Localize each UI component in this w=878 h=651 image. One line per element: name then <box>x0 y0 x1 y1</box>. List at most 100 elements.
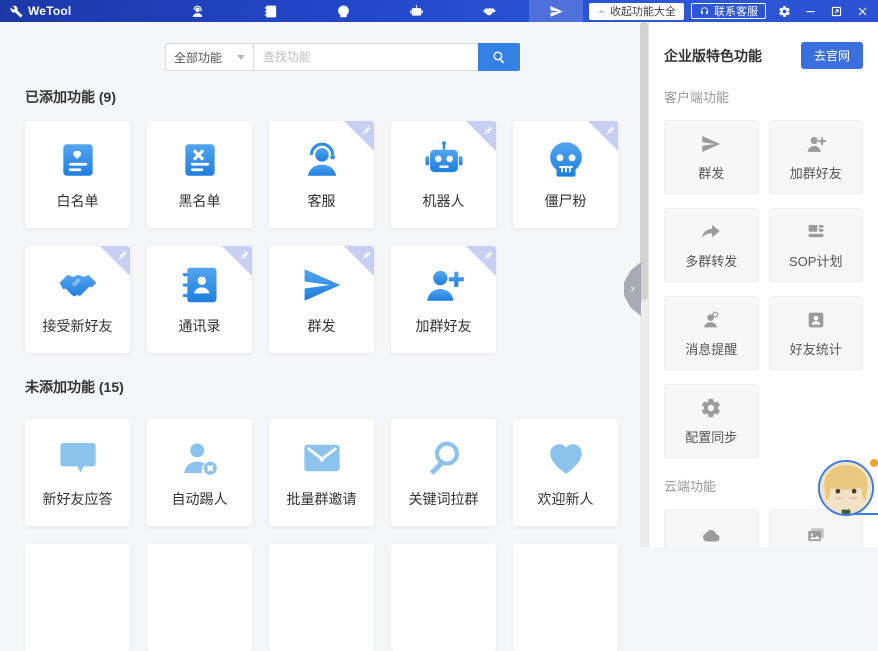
not-added-feature-grid: 新好友应答 自动踢人 批量群邀请 关键词拉群 欢迎新人 <box>25 419 648 651</box>
feature-card[interactable]: 关键词拉群 <box>391 419 496 526</box>
feature-card[interactable]: 机器人 <box>391 121 496 228</box>
enterprise-feature-label: 加群好友 <box>789 165 842 181</box>
contact-support-label: 联系客服 <box>714 6 758 18</box>
feature-card-label: 加群好友 <box>415 318 472 334</box>
feature-card[interactable]: 客服 <box>269 121 374 228</box>
feature-card[interactable] <box>147 544 252 651</box>
paper-plane-icon <box>700 133 722 155</box>
chevron-right-icon <box>628 284 638 294</box>
skull-icon <box>544 138 588 182</box>
pin-badge <box>466 246 496 276</box>
feature-card[interactable]: 僵尸粉 <box>513 121 618 228</box>
enterprise-feature-card[interactable]: 群发 <box>664 120 759 194</box>
chevron-up-icon <box>597 7 606 16</box>
feature-card[interactable]: 新好友应答 <box>25 419 130 526</box>
scrollbar-thumb[interactable] <box>640 22 648 300</box>
close-icon[interactable] <box>854 3 870 19</box>
gear-icon <box>700 397 722 419</box>
feature-card-label: 欢迎新人 <box>537 491 594 507</box>
client-features-grid: 群发 加群好友 多群转发 SOP计划 消息提醒 好友统计 配置同步 <box>664 120 863 458</box>
pin-badge <box>100 246 130 276</box>
user-avatar[interactable] <box>818 460 874 516</box>
search-button[interactable] <box>478 43 520 71</box>
enterprise-feature-label: 配置同步 <box>685 429 738 445</box>
feature-card[interactable] <box>391 544 496 651</box>
enterprise-feature-card[interactable]: 加群好友 <box>768 120 863 194</box>
feature-card[interactable]: 自动踢人 <box>147 419 252 526</box>
card-x-icon <box>178 138 222 182</box>
added-section-title: 已添加功能 (9) <box>25 89 116 105</box>
support-person-icon[interactable] <box>186 0 208 22</box>
feature-card[interactable]: 黑名单 <box>147 121 252 228</box>
paper-plane-icon <box>300 263 344 307</box>
enterprise-feature-card[interactable]: 配置同步 <box>664 384 759 458</box>
feature-card[interactable] <box>25 544 130 651</box>
feature-card[interactable]: 白名单 <box>25 121 130 228</box>
message-alert-icon <box>700 309 722 331</box>
search-input[interactable] <box>253 43 478 71</box>
pin-icon <box>359 124 372 137</box>
pinned-shortcut-bar <box>81 0 529 22</box>
feature-card-label: 白名单 <box>56 193 99 209</box>
added-feature-grid: 白名单 黑名单 客服 机器人 僵尸粉 接受新好友 通讯录 群发 加群好友 <box>25 121 648 353</box>
enterprise-feature-card[interactable]: SOP计划 <box>768 208 863 282</box>
chat-bubble-icon <box>56 436 100 480</box>
goto-website-button[interactable]: 去官网 <box>800 42 863 69</box>
title-bar: WeTool 收起功能大全 联系客服 <box>0 0 878 22</box>
enterprise-feature-card[interactable]: 消息提醒 <box>664 296 759 370</box>
enterprise-feature-card[interactable]: 多群转发 <box>664 208 759 282</box>
wrench-icon <box>10 5 23 18</box>
envelope-icon <box>300 436 344 480</box>
feature-card[interactable] <box>269 544 374 651</box>
scrollbar-track[interactable] <box>640 22 648 547</box>
heart-icon <box>544 436 588 480</box>
cloud-features-grid <box>664 509 863 547</box>
collapse-panel-label: 收起功能大全 <box>610 6 676 18</box>
skull-icon[interactable] <box>333 0 355 22</box>
enterprise-feature-label: 好友统计 <box>789 341 842 357</box>
handshake-icon[interactable] <box>479 0 501 22</box>
feature-card[interactable]: 欢迎新人 <box>513 419 618 526</box>
not-added-section-title: 未添加功能 (15) <box>25 379 124 395</box>
handshake-icon <box>56 263 100 307</box>
restore-icon[interactable] <box>828 3 844 19</box>
app-title: WeTool <box>28 4 72 18</box>
feature-card[interactable]: 群发 <box>269 246 374 353</box>
category-dropdown[interactable]: 全部功能 <box>165 43 253 71</box>
feature-card-label: 新好友应答 <box>42 491 113 507</box>
feature-card[interactable]: 批量群邀请 <box>269 419 374 526</box>
collapse-panel-button[interactable]: 收起功能大全 <box>589 2 684 20</box>
settings-icon[interactable] <box>776 3 792 19</box>
minimize-icon[interactable] <box>802 3 818 19</box>
contact-support-button[interactable]: 联系客服 <box>691 3 766 19</box>
feature-card-label: 接受新好友 <box>42 318 113 334</box>
enterprise-feature-card[interactable]: 好友统计 <box>768 296 863 370</box>
feature-card[interactable]: 通讯录 <box>147 246 252 353</box>
pin-icon <box>237 249 250 262</box>
headset-icon <box>699 6 710 17</box>
pin-icon <box>481 124 494 137</box>
enterprise-feature-card[interactable] <box>664 509 759 547</box>
robot-icon[interactable] <box>406 0 428 22</box>
pin-icon <box>359 249 372 262</box>
forward-arrow-icon <box>700 221 722 243</box>
feature-card-label: 黑名单 <box>178 193 221 209</box>
feature-card[interactable]: 接受新好友 <box>25 246 130 353</box>
feature-card-label: 机器人 <box>422 193 465 209</box>
contact-book-icon[interactable] <box>260 0 282 22</box>
person-remove-icon <box>178 436 222 480</box>
app-logo: WeTool <box>0 4 81 18</box>
feature-card[interactable]: 加群好友 <box>391 246 496 353</box>
magnifier-icon <box>422 436 466 480</box>
feature-card-label: 关键词拉群 <box>408 491 479 507</box>
pin-icon <box>115 249 128 262</box>
feature-card-label: 自动踢人 <box>171 491 228 507</box>
feature-card[interactable] <box>513 544 618 651</box>
sidebar-title: 企业版特色功能 <box>664 47 762 64</box>
feature-card-label: 通讯录 <box>178 318 221 334</box>
search-bar: 全部功能 <box>165 43 648 71</box>
cloud-icon <box>700 525 722 547</box>
paper-plane-icon[interactable] <box>529 0 583 22</box>
robot-icon <box>422 138 466 182</box>
search-icon <box>491 49 507 65</box>
